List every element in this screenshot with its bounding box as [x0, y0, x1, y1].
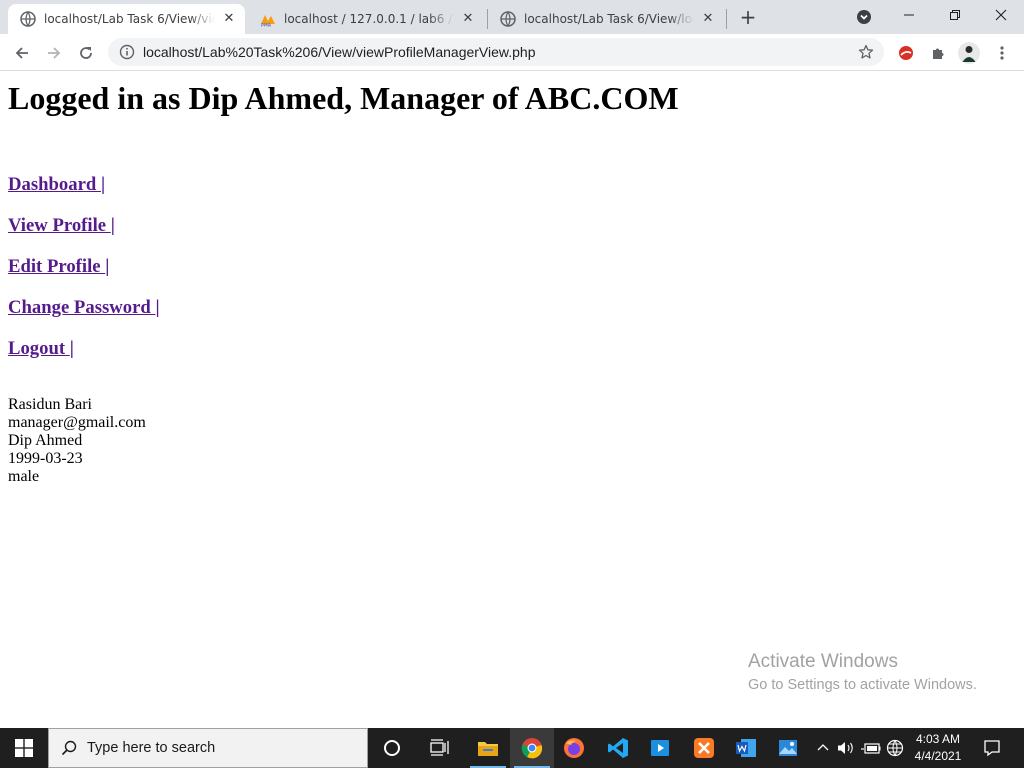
nav-menu: Dashboard | View Profile | Edit Profile …	[8, 174, 160, 379]
forward-button[interactable]	[40, 39, 68, 67]
tab-phpmyadmin[interactable]: PMA localhost / 127.0.0.1 / lab6 / manag…	[248, 4, 484, 34]
close-tab-icon[interactable]: ✕	[700, 11, 716, 27]
profile-gender: male	[8, 468, 40, 485]
view-profile-link[interactable]: View Profile	[8, 215, 111, 236]
nav-item-view-profile: View Profile |	[8, 215, 160, 256]
photos-icon[interactable]	[766, 728, 810, 768]
change-password-link[interactable]: Change Password	[8, 297, 155, 318]
volume-icon[interactable]	[836, 728, 856, 768]
nav-item-change-password: Change Password |	[8, 297, 160, 338]
new-tab-button[interactable]: +	[736, 6, 760, 30]
tab-view-profile[interactable]: localhost/Lab Task 6/View/viewProfileMan…	[8, 4, 245, 34]
cortana-icon[interactable]	[370, 728, 414, 768]
edit-profile-link[interactable]: Edit Profile	[8, 256, 105, 277]
chrome-icon[interactable]	[510, 728, 554, 768]
network-globe-icon[interactable]	[884, 728, 906, 768]
close-tab-icon[interactable]: ✕	[460, 11, 476, 27]
profile-name: Dip Ahmed	[8, 432, 83, 449]
tab-title: localhost / 127.0.0.1 / lab6 / manager	[284, 12, 454, 26]
firefox-icon[interactable]	[552, 728, 596, 768]
extensions-puzzle-icon[interactable]	[926, 41, 950, 65]
close-window-button[interactable]	[978, 0, 1024, 30]
vscode-icon[interactable]	[596, 728, 640, 768]
tab-title: localhost/Lab Task 6/View/viewProfileMan…	[44, 12, 215, 26]
address-bar[interactable]: localhost/Lab%20Task%206/View/viewProfil…	[108, 38, 884, 66]
minimize-button[interactable]	[886, 0, 932, 30]
tab-title: localhost/Lab Task 6/View/loginManagerVi…	[524, 12, 694, 26]
word-icon[interactable]	[724, 728, 768, 768]
info-icon[interactable]	[119, 44, 135, 60]
clock[interactable]: 4:03 AM 4/4/2021	[908, 731, 968, 765]
profile-username: Rasidun Bari	[8, 396, 92, 413]
profile-dob: 1999-03-23	[8, 450, 83, 467]
clock-date: 4/4/2021	[914, 749, 962, 763]
watermark-subtitle: Go to Settings to activate Windows.	[748, 677, 977, 693]
dashboard-link[interactable]: Dashboard	[8, 174, 101, 195]
tab-strip: localhost/Lab Task 6/View/viewProfileMan…	[0, 0, 1024, 34]
clock-time: 4:03 AM	[915, 732, 961, 746]
search-placeholder: Type here to search	[87, 740, 216, 756]
back-button[interactable]	[8, 39, 36, 67]
windows-logo-icon	[15, 739, 33, 757]
notification-center-icon[interactable]	[978, 728, 1006, 768]
start-button[interactable]	[0, 728, 48, 768]
tab-separator	[726, 9, 727, 29]
globe-icon	[500, 11, 516, 27]
browser-toolbar: localhost/Lab%20Task%206/View/viewProfil…	[0, 34, 1024, 71]
file-explorer-icon[interactable]	[466, 728, 510, 768]
show-hidden-icons-icon[interactable]	[814, 728, 832, 768]
restore-button[interactable]	[932, 0, 978, 30]
logout-link[interactable]: Logout	[8, 338, 70, 359]
nav-separator: |	[155, 297, 160, 318]
profile-details: Rasidun Bari manager@gmail.com Dip Ahmed…	[8, 396, 146, 486]
profile-avatar[interactable]	[957, 41, 981, 65]
nav-item-dashboard: Dashboard |	[8, 174, 160, 215]
url-text[interactable]: localhost/Lab%20Task%206/View/viewProfil…	[143, 44, 858, 60]
tab-login[interactable]: localhost/Lab Task 6/View/loginManagerVi…	[488, 4, 724, 34]
nav-item-edit-profile: Edit Profile |	[8, 256, 160, 297]
globe-icon	[20, 11, 36, 27]
extension-red-icon[interactable]	[894, 41, 918, 65]
phpmyadmin-icon: PMA	[260, 11, 276, 27]
search-icon	[61, 740, 77, 756]
nav-separator: |	[105, 256, 110, 277]
nav-separator: |	[69, 338, 74, 359]
activate-windows-watermark: Activate Windows Go to Settings to activ…	[748, 651, 977, 693]
page-heading: Logged in as Dip Ahmed, Manager of ABC.C…	[8, 80, 679, 116]
close-tab-icon[interactable]: ✕	[221, 11, 237, 27]
taskbar-search[interactable]: Type here to search	[48, 728, 368, 768]
media-player-icon[interactable]	[638, 728, 682, 768]
xampp-icon[interactable]	[682, 728, 726, 768]
menu-kebab-icon[interactable]	[990, 41, 1014, 65]
task-view-icon[interactable]	[418, 728, 462, 768]
svg-text:PMA: PMA	[261, 23, 272, 28]
reload-button[interactable]	[72, 39, 100, 67]
battery-icon[interactable]	[860, 728, 882, 768]
nav-separator: |	[110, 215, 115, 236]
profile-email: manager@gmail.com	[8, 414, 146, 431]
nav-separator: |	[100, 174, 106, 195]
web-page: Logged in as Dip Ahmed, Manager of ABC.C…	[0, 71, 1024, 728]
bookmark-star-icon[interactable]	[858, 44, 874, 60]
tab-search-icon[interactable]	[856, 9, 872, 25]
nav-item-logout: Logout |	[8, 338, 160, 379]
taskbar: Type here to search 4:03 AM 4/4/2021	[0, 728, 1024, 768]
watermark-title: Activate Windows	[748, 651, 898, 672]
